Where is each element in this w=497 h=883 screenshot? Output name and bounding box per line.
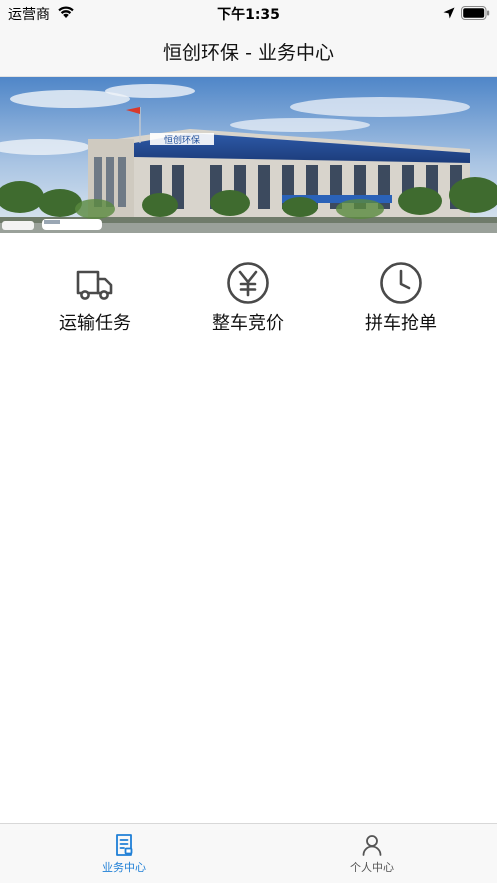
carpool-order-button[interactable]: 拼车抢单 (331, 258, 471, 338)
app-screen: 运营商 下午1:35 恒创环保 - 业务中心 恒创环保 运输任务 整车竞价 拼车… (0, 0, 497, 883)
carpool-order-label: 拼车抢单 (365, 313, 437, 334)
status-time: 下午1:35 (217, 7, 280, 23)
building-sign-text: 恒创环保 (164, 134, 200, 146)
battery-icon (461, 6, 490, 20)
page-title: 恒创环保 - 业务中心 (163, 42, 334, 64)
truck-icon (76, 270, 113, 300)
vehicle-bidding-label: 整车竞价 (212, 313, 284, 334)
clock-icon (380, 262, 422, 304)
transport-task-label: 运输任务 (59, 313, 131, 334)
location-arrow-icon (443, 7, 455, 19)
tab-business-center-label: 业务中心 (102, 861, 146, 874)
yen-circle-icon (227, 262, 269, 304)
document-list-icon (116, 834, 133, 856)
tab-personal-center-label: 个人中心 (350, 861, 394, 874)
function-grid: 运输任务 整车竞价 拼车抢单 (0, 258, 497, 338)
banner-image: 恒创环保 (0, 77, 497, 233)
transport-task-button[interactable]: 运输任务 (25, 258, 165, 338)
company-building-photo: 恒创环保 (0, 77, 497, 233)
person-icon (362, 835, 382, 856)
navigation-bar: 恒创环保 - 业务中心 (0, 26, 497, 77)
tab-personal-center[interactable]: 个人中心 (248, 824, 496, 883)
tab-bar: 业务中心 个人中心 (0, 823, 497, 883)
tab-business-center[interactable]: 业务中心 (0, 824, 248, 883)
status-bar: 运营商 下午1:35 (0, 0, 497, 26)
vehicle-bidding-button[interactable]: 整车竞价 (178, 258, 318, 338)
